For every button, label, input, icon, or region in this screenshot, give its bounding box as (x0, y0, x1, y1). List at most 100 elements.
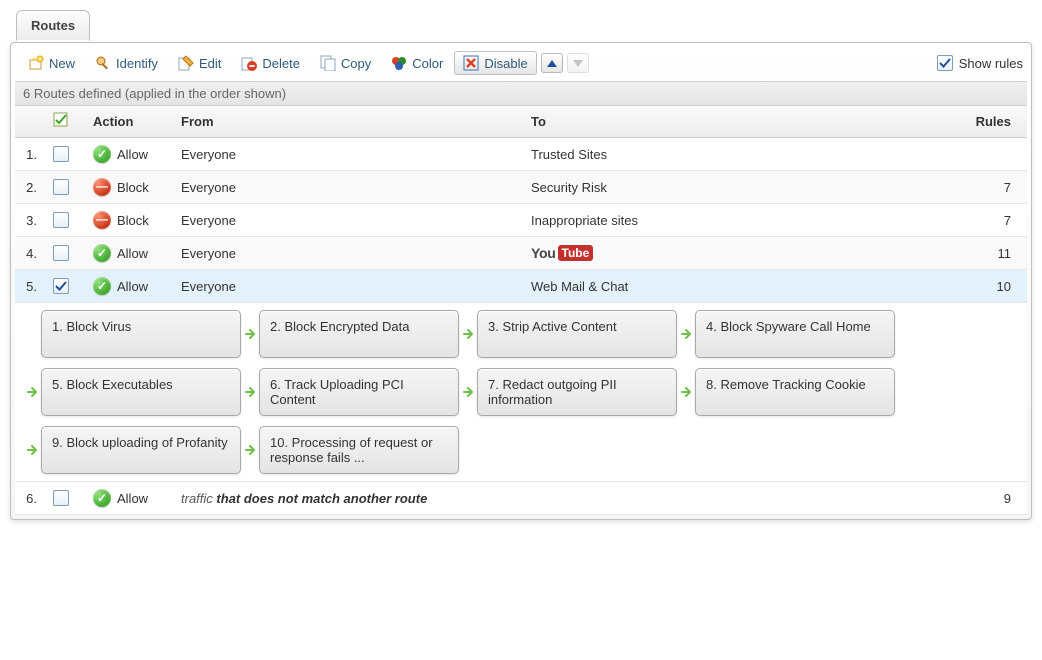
rule-box[interactable]: 10. Processing of request or response fa… (259, 426, 459, 474)
copy-label: Copy (341, 56, 371, 71)
col-action[interactable]: Action (85, 106, 173, 138)
show-rules-label: Show rules (959, 56, 1023, 71)
table-row[interactable]: 1. ✓Allow Everyone Trusted Sites (15, 138, 1027, 171)
allow-icon: ✓ (93, 244, 111, 262)
identify-icon (95, 55, 111, 71)
delete-icon (241, 55, 257, 71)
route-to: Web Mail & Chat (531, 279, 628, 294)
row-checkbox[interactable] (53, 212, 69, 228)
check-icon (55, 280, 67, 292)
action-label: Allow (117, 279, 148, 294)
edit-button[interactable]: Edit (169, 51, 230, 75)
route-to: Security Risk (531, 180, 607, 195)
row-index: 6. (15, 482, 45, 515)
rule-box[interactable]: 5. Block Executables (41, 368, 241, 416)
table-row[interactable]: 2. —Block Everyone Security Risk 7 (15, 171, 1027, 204)
rule-box[interactable]: 6. Track Uploading PCI Content (259, 368, 459, 416)
flow-arrow-icon (459, 327, 477, 341)
disable-icon (463, 55, 479, 71)
edit-label: Edit (199, 56, 221, 71)
row-index: 5. (15, 270, 45, 303)
action-label: Allow (117, 246, 148, 261)
flow-arrow-icon (23, 385, 41, 399)
flow-arrow-icon (241, 443, 259, 457)
table-header-row: Action From To Rules (15, 106, 1027, 138)
tab-routes[interactable]: Routes (16, 10, 90, 41)
row-checkbox[interactable] (53, 179, 69, 195)
flow-arrow-icon (677, 327, 695, 341)
delete-label: Delete (262, 56, 300, 71)
rule-box[interactable]: 3. Strip Active Content (477, 310, 677, 358)
route-from: Everyone (181, 246, 236, 261)
row-checkbox[interactable] (53, 490, 69, 506)
flow-arrow-icon (23, 443, 41, 457)
show-rules-checkbox[interactable] (937, 55, 953, 71)
route-rules-count: 7 (1004, 180, 1011, 195)
route-rules-count: 9 (1004, 491, 1011, 506)
route-from: Everyone (181, 213, 236, 228)
flow-arrow-icon (677, 385, 695, 399)
route-from: Everyone (181, 147, 236, 162)
row-checkbox[interactable] (53, 245, 69, 261)
youtube-tube: Tube (558, 245, 594, 261)
copy-icon (320, 55, 336, 71)
rule-box[interactable]: 9. Block uploading of Profanity (41, 426, 241, 474)
col-to[interactable]: To (523, 106, 957, 138)
action-label: Allow (117, 147, 148, 162)
delete-button[interactable]: Delete (232, 51, 309, 75)
row-index: 4. (15, 237, 45, 270)
select-all-icon[interactable] (53, 112, 69, 131)
rule-box[interactable]: 2. Block Encrypted Data (259, 310, 459, 358)
show-rules-toggle[interactable]: Show rules (937, 55, 1023, 71)
route-to: Inappropriate sites (531, 213, 638, 228)
row-checkbox[interactable] (53, 278, 69, 294)
rule-box[interactable]: 7. Redact outgoing PII information (477, 368, 677, 416)
disable-label: Disable (484, 56, 527, 71)
new-label: New (49, 56, 75, 71)
arrow-up-icon (547, 60, 557, 67)
toolbar: New Identify Edit Delete (15, 49, 1027, 81)
block-icon: — (93, 178, 111, 196)
row-index: 1. (15, 138, 45, 171)
move-up-button[interactable] (541, 53, 563, 73)
allow-icon: ✓ (93, 489, 111, 507)
rules-flow: 1. Block Virus 2. Block Encrypted Data 3. … (23, 310, 1019, 474)
route-rules-count: 11 (998, 246, 1012, 261)
col-select[interactable] (45, 106, 85, 138)
row-index: 2. (15, 171, 45, 204)
rule-box[interactable]: 8. Remove Tracking Cookie (695, 368, 895, 416)
catch-all-text: traffic that does not match another rout… (181, 491, 427, 506)
disable-button[interactable]: Disable (454, 51, 536, 75)
color-button[interactable]: Color (382, 51, 452, 75)
youtube-you: You (531, 245, 556, 261)
col-rules[interactable]: Rules (957, 106, 1027, 138)
edit-icon (178, 55, 194, 71)
table-row[interactable]: 5. ✓Allow Everyone Web Mail & Chat 10 (15, 270, 1027, 303)
identify-button[interactable]: Identify (86, 51, 167, 75)
rule-box[interactable]: 1. Block Virus (41, 310, 241, 358)
rule-box[interactable]: 4. Block Spyware Call Home (695, 310, 895, 358)
rules-expanded-row: 1. Block Virus 2. Block Encrypted Data 3. … (15, 303, 1027, 482)
color-icon (391, 55, 407, 71)
col-from[interactable]: From (173, 106, 523, 138)
identify-label: Identify (116, 56, 158, 71)
routes-summary: 6 Routes defined (applied in the order s… (15, 81, 1027, 106)
new-button[interactable]: New (19, 51, 84, 75)
move-down-button[interactable] (567, 53, 589, 73)
action-label: Block (117, 180, 149, 195)
route-rules-count: 7 (1004, 213, 1011, 228)
row-checkbox[interactable] (53, 146, 69, 162)
routes-panel: New Identify Edit Delete (10, 42, 1032, 520)
table-row[interactable]: 4. ✓ Allow Everyone You Tube 11 (15, 237, 1027, 270)
new-icon (28, 55, 44, 71)
routes-table: Action From To Rules 1. ✓Allow Everyone … (15, 106, 1027, 515)
table-row[interactable]: 3. —Block Everyone Inappropriate sites 7 (15, 204, 1027, 237)
table-row[interactable]: 6. ✓ Allow traffic that does not match an… (15, 482, 1027, 515)
check-icon (939, 57, 951, 69)
youtube-logo: You Tube (531, 245, 593, 261)
route-rules-count: 10 (997, 279, 1011, 294)
flow-arrow-icon (241, 385, 259, 399)
copy-button[interactable]: Copy (311, 51, 380, 75)
route-from: Everyone (181, 279, 236, 294)
action-label: Allow (117, 491, 148, 506)
